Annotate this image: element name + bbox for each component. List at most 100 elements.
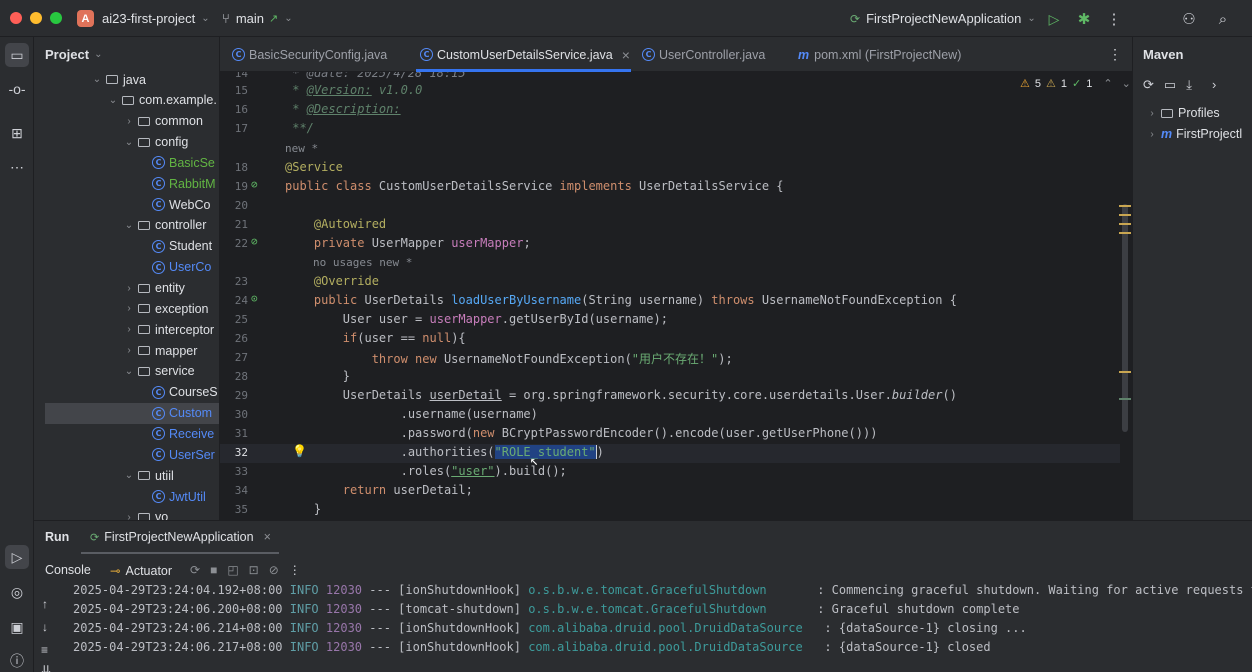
usage-hint[interactable]: new * [285, 142, 318, 155]
more-icon[interactable]: ⋮ [289, 563, 301, 577]
chevron-down-icon[interactable]: ⌄ [122, 137, 136, 148]
close-window-button[interactable] [10, 12, 22, 24]
more-actions-icon[interactable]: ⋮ [1104, 9, 1124, 29]
branch-switcher[interactable]: ⑂ main ↗ ⌄ [222, 0, 293, 37]
add-user-icon[interactable]: ⚇ [1179, 9, 1199, 29]
tree-item-service[interactable]: ⌄ service [34, 361, 219, 382]
chevron-right-icon[interactable]: › [1212, 77, 1216, 93]
override-icon[interactable]: ⊙ [251, 292, 258, 305]
tab-run-config[interactable]: ⟳ FirstProjectNewApplication × [90, 530, 271, 544]
soft-wrap-icon[interactable]: ≡ [41, 643, 48, 657]
chevron-down-icon[interactable]: ⌄ [106, 95, 120, 106]
tree-item-interceptor[interactable]: › interceptor [34, 319, 219, 340]
problems-icon[interactable]: ⓘ [5, 649, 29, 672]
bean-icon[interactable]: ⊘ [251, 178, 258, 191]
tree-item-label: Custom [169, 406, 213, 421]
tree-item-com-example[interactable]: ⌄ com.example. [34, 90, 219, 111]
chevron-right-icon[interactable]: › [122, 345, 136, 356]
project-panel-header[interactable]: Project ⌄ [45, 47, 102, 62]
tree-item-student[interactable]: C Student [34, 236, 219, 257]
bean-icon[interactable]: ⊘ [251, 235, 258, 248]
minimize-window-button[interactable] [30, 12, 42, 24]
stop-icon[interactable]: ■ [210, 563, 217, 577]
zoom-window-button[interactable] [50, 12, 62, 24]
run-config-selector[interactable]: ⟳ FirstProjectNewApplication ⌄ [850, 0, 1036, 37]
tree-item-controller[interactable]: ⌄ controller [34, 215, 219, 236]
commit-icon[interactable]: -o- [5, 77, 29, 101]
selected-text[interactable]: "ROLE_student" [494, 445, 596, 459]
error-stripe-mark[interactable] [1119, 214, 1131, 216]
more-tools-icon[interactable]: ⋯ [5, 155, 29, 179]
tree-item-userco[interactable]: C UserCo [34, 257, 219, 278]
camera-icon[interactable]: ◰ [227, 563, 238, 577]
scroll-to-end-icon[interactable]: ⇊ [41, 663, 51, 672]
tree-item-entity[interactable]: › entity [34, 278, 219, 299]
tree-item-mapper[interactable]: › mapper [34, 340, 219, 361]
tab-console[interactable]: Console [45, 563, 91, 577]
reload-icon[interactable]: ⟳ [1143, 77, 1154, 93]
chevron-right-icon[interactable]: › [122, 512, 136, 520]
tree-item-utiil[interactable]: ⌄ utiil [34, 465, 219, 486]
log-logger: com.alibaba.druid.pool.DruidDataSource [528, 640, 818, 654]
chevron-right-icon[interactable]: › [122, 283, 136, 294]
tree-item-common[interactable]: › common [34, 111, 219, 132]
chevron-down-icon[interactable]: ⌄ [1122, 77, 1131, 90]
tree-item-basicse[interactable]: C BasicSe [34, 152, 219, 173]
project-switcher[interactable]: A ai23-first-project ⌄ [77, 0, 210, 37]
error-stripe-mark[interactable] [1119, 205, 1131, 207]
search-icon[interactable]: ⌕ [1213, 9, 1233, 29]
maven-item-profiles[interactable]: › Profiles [1145, 106, 1219, 120]
error-stripe-mark[interactable] [1119, 232, 1131, 234]
run-tool-icon[interactable]: ▷ [5, 545, 29, 569]
usage-hint[interactable]: no usages new * [313, 256, 412, 269]
chevron-right-icon[interactable]: › [122, 116, 136, 127]
code-editor[interactable]: ⚠ 5 ⚠ 1 ✓ 1 ⌃ ⌄ 14 15 16 17 18 19 20 21 22 … [220, 72, 1132, 520]
tree-item-userser[interactable]: C UserSer [34, 444, 219, 465]
tree-item-webco[interactable]: C WebCo [34, 194, 219, 215]
tab-custom-user-details-service[interactable]: C CustomUserDetailsService.java × [420, 37, 630, 72]
chevron-right-icon[interactable]: › [122, 324, 136, 335]
rerun-icon[interactable]: ⟳ [190, 563, 200, 577]
chevron-down-icon[interactable]: ⌄ [122, 220, 136, 231]
tab-user-controller[interactable]: C UserController.java [642, 37, 765, 72]
tab-basic-security-config[interactable]: C BasicSecurityConfig.java [232, 37, 387, 72]
tab-actuator[interactable]: ⊸ Actuator [110, 563, 172, 579]
download-icon[interactable]: ⤓ [1186, 77, 1192, 93]
log-message: : Commencing graceful shutdown. Waiting … [817, 583, 1252, 597]
chevron-down-icon[interactable]: ⌄ [122, 366, 136, 377]
restore-layout-icon[interactable]: ⊡ [249, 563, 259, 577]
add-project-icon[interactable]: ▭ [1164, 77, 1176, 93]
tree-item-receive[interactable]: C Receive [34, 423, 219, 444]
terminal-icon[interactable]: ▣ [5, 615, 29, 639]
close-tab-icon[interactable]: × [264, 530, 271, 544]
chevron-down-icon[interactable]: ⌄ [90, 74, 104, 85]
project-folder-icon[interactable]: ▭ [5, 43, 29, 67]
chevron-down-icon[interactable]: ⌄ [122, 470, 136, 481]
error-stripe-mark[interactable] [1119, 223, 1131, 225]
scroll-up-icon[interactable]: ↑ [42, 597, 48, 611]
tree-item-vo[interactable]: › vo [34, 507, 219, 520]
error-stripe-mark[interactable] [1119, 371, 1131, 373]
actuator-icon: ⊸ [110, 564, 121, 578]
error-stripe-mark[interactable] [1119, 398, 1131, 400]
tree-item-rabbitm[interactable]: C RabbitM [34, 173, 219, 194]
chevron-right-icon[interactable]: › [122, 303, 136, 314]
tree-item-courses[interactable]: C CourseS [34, 382, 219, 403]
tree-item-config[interactable]: ⌄ config [34, 132, 219, 153]
run-icon[interactable]: ▷ [1044, 9, 1064, 29]
tree-item-custom[interactable]: C Custom [45, 402, 219, 424]
structure-icon[interactable]: ⊞ [5, 121, 29, 145]
close-tab-icon[interactable]: × [622, 47, 630, 63]
scroll-down-icon[interactable]: ↓ [42, 620, 48, 634]
inspection-widget[interactable]: ⚠ 5 ⚠ 1 ✓ 1 ⌃ ⌄ [1020, 77, 1131, 90]
tree-item-jwtutil[interactable]: C JwtUtil [34, 486, 219, 507]
tab-pom-xml[interactable]: m pom.xml (FirstProjectNew) [798, 37, 961, 72]
debug-icon[interactable]: ✱ [1074, 9, 1094, 29]
tree-item-exception[interactable]: › exception [34, 298, 219, 319]
services-icon[interactable]: ◎ [5, 580, 29, 604]
tree-item-java[interactable]: ⌄ java [34, 69, 219, 90]
clear-icon[interactable]: ⊘ [269, 563, 279, 577]
tabs-more-icon[interactable]: ⋮ [1108, 46, 1122, 63]
chevron-up-icon[interactable]: ⌃ [1103, 77, 1112, 90]
maven-item-project[interactable]: › m FirstProjectl [1145, 127, 1242, 141]
